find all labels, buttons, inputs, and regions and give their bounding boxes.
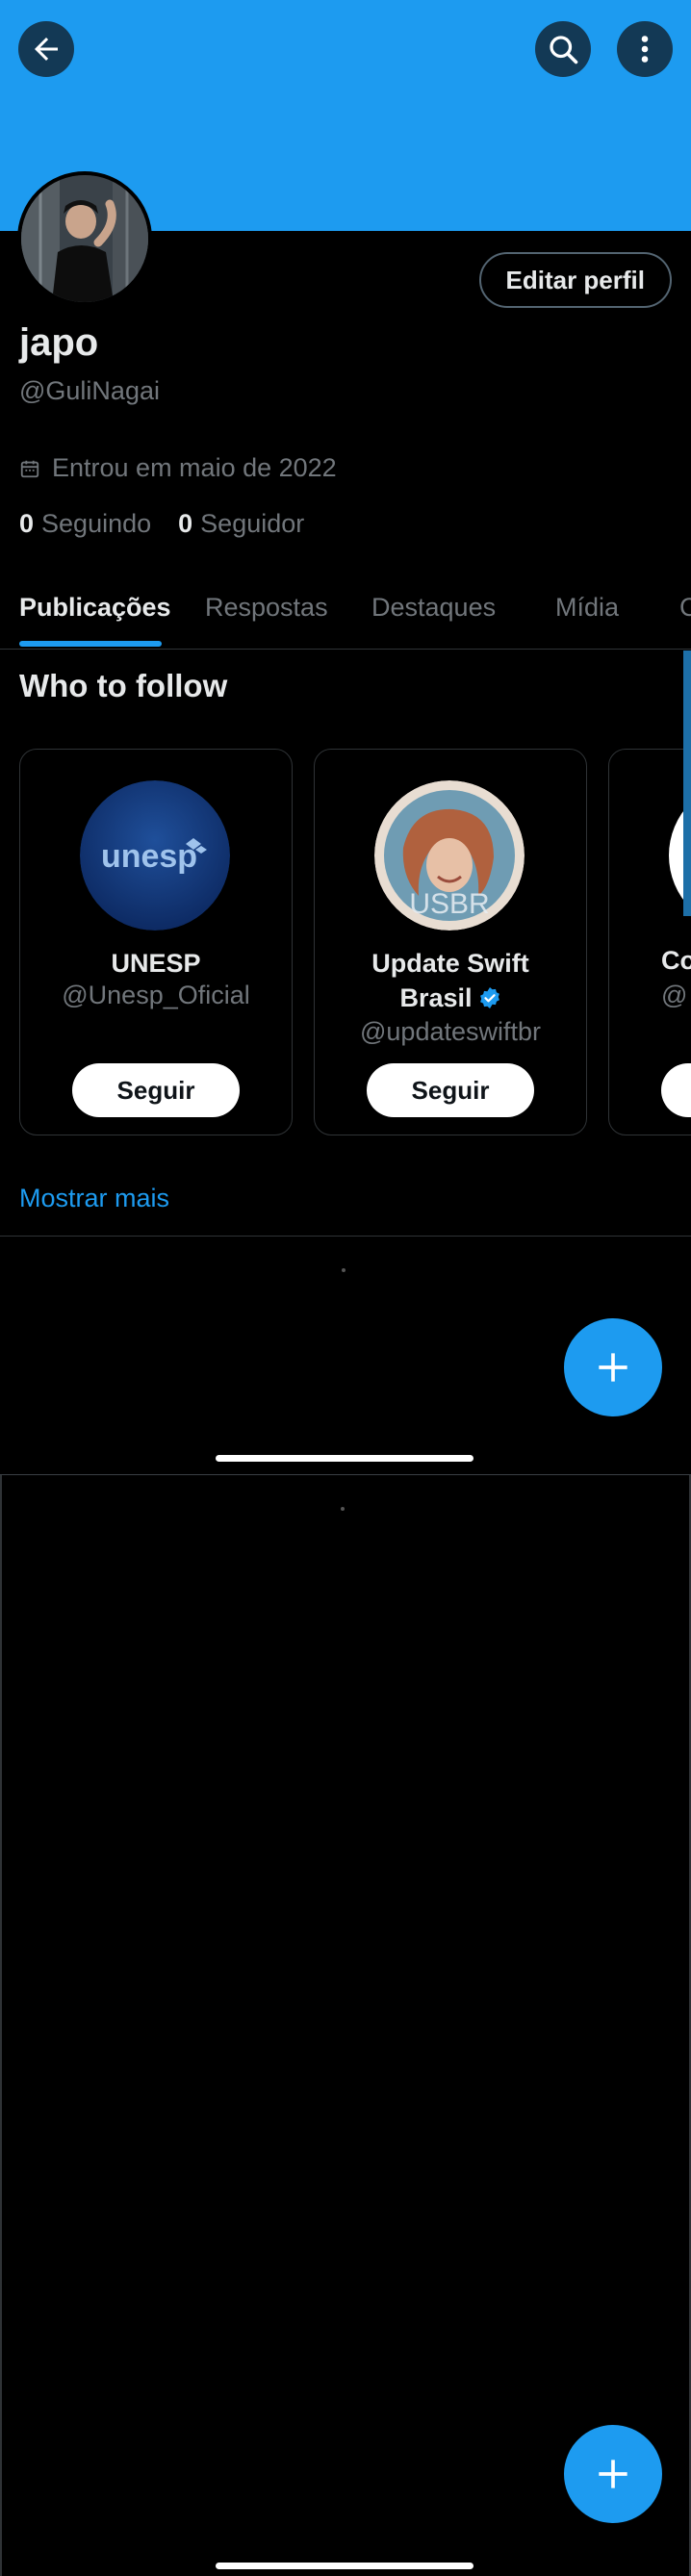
plus-icon xyxy=(599,2460,627,2488)
card-name: Co xyxy=(661,946,691,975)
unesp-logo-text: unesp xyxy=(101,838,197,875)
loading-indicator xyxy=(341,1507,345,1511)
follow-card-updateswiftbr[interactable]: USBR Update Swift Brasil @updateswiftbr … xyxy=(314,749,587,1135)
edit-profile-button[interactable]: Editar perfil xyxy=(478,252,672,308)
verified-badge-icon xyxy=(479,987,499,1008)
more-vertical-icon xyxy=(641,36,649,63)
follow-button[interactable] xyxy=(661,1063,691,1117)
card-name: Update Swift Brasil xyxy=(371,949,529,1012)
joined-text: Entrou em maio de 2022 xyxy=(52,453,337,482)
follow-card-partial[interactable]: Co @ xyxy=(608,749,691,1135)
follow-stats: 0 Seguindo 0 Seguidor xyxy=(19,509,304,539)
plus-icon xyxy=(599,1353,627,1382)
profile-tabs: Publicações Respostas Destaques Mídia C xyxy=(0,577,691,650)
section-divider xyxy=(0,1236,691,1237)
unesp-avatar: unesp xyxy=(80,780,230,931)
tab-midia[interactable]: Mídia xyxy=(555,593,619,623)
followers-link[interactable]: 0 Seguidor xyxy=(178,509,304,539)
screen-edge-left xyxy=(0,1475,2,2576)
profile-handle: @GuliNagai xyxy=(19,376,160,405)
scrollbar-thumb[interactable] xyxy=(683,650,691,916)
home-indicator xyxy=(216,1455,473,1462)
search-icon xyxy=(550,36,578,64)
show-more-link[interactable]: Mostrar mais xyxy=(19,1184,169,1213)
updateswiftbr-avatar: USBR xyxy=(374,780,525,931)
tab-destaques[interactable]: Destaques xyxy=(371,593,496,623)
more-options-button[interactable] xyxy=(617,21,673,77)
search-button[interactable] xyxy=(535,21,591,77)
follow-card-unesp[interactable]: unesp UNESP @Unesp_Oficial Seguir xyxy=(19,749,293,1135)
tab-respostas[interactable]: Respostas xyxy=(205,593,328,623)
loading-indicator xyxy=(342,1268,346,1272)
compose-button[interactable] xyxy=(564,2425,662,2523)
who-to-follow-title: Who to follow xyxy=(19,668,228,703)
follow-button[interactable]: Seguir xyxy=(367,1063,534,1117)
tab-publicacoes[interactable]: Publicações xyxy=(19,593,171,623)
screen-divider xyxy=(0,1474,691,1475)
tab-partial[interactable]: C xyxy=(679,593,691,623)
compose-button[interactable] xyxy=(564,1318,662,1416)
card-handle: @Unesp_Oficial xyxy=(62,981,250,1009)
active-tab-indicator xyxy=(19,641,162,647)
calendar-icon xyxy=(20,460,39,477)
usbr-watermark: USBR xyxy=(409,888,489,920)
following-link[interactable]: 0 Seguindo xyxy=(19,509,151,539)
profile-name: japo xyxy=(19,321,99,364)
profile-avatar[interactable] xyxy=(17,171,152,306)
card-handle: @updateswiftbr xyxy=(360,1017,541,1046)
back-button[interactable] xyxy=(18,21,74,77)
home-indicator xyxy=(216,2563,473,2569)
card-name: UNESP xyxy=(111,949,201,978)
joined-date: Entrou em maio de 2022 xyxy=(19,453,337,483)
card-handle: @ xyxy=(661,981,688,1009)
arrow-left-icon xyxy=(35,38,58,61)
follow-button[interactable]: Seguir xyxy=(72,1063,240,1117)
